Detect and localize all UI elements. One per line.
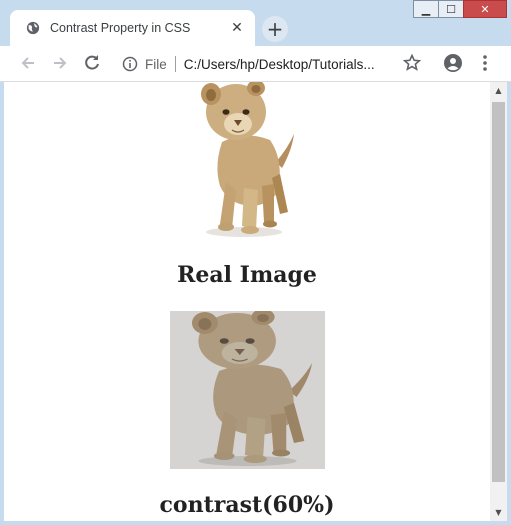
real-image-caption: Real Image: [177, 262, 317, 288]
scroll-down-arrow-icon[interactable]: ▼: [490, 504, 507, 521]
browser-tab[interactable]: Contrast Property in CSS ✕: [10, 10, 255, 46]
minimize-button[interactable]: ▁: [413, 0, 439, 18]
reload-icon[interactable]: [82, 53, 102, 73]
address-bar[interactable]: File C:/Users/hp/Desktop/Tutorials...: [112, 50, 432, 78]
maximize-button[interactable]: ☐: [438, 0, 464, 18]
tab-close-icon[interactable]: ✕: [229, 20, 245, 36]
back-arrow-icon[interactable]: [18, 53, 38, 73]
kebab-menu-icon[interactable]: [475, 53, 495, 73]
lion-cub-image: [201, 82, 294, 237]
forward-arrow-icon[interactable]: [50, 53, 70, 73]
window-controls: ▁ ☐ ✕: [413, 0, 507, 18]
window-bottom-edge: [0, 521, 511, 525]
omnibox-divider: [174, 56, 176, 72]
scroll-up-arrow-icon[interactable]: ▲: [490, 82, 507, 99]
info-icon[interactable]: [122, 56, 138, 72]
url-scheme-label: File: [145, 56, 167, 72]
browser-toolbar: File C:/Users/hp/Desktop/Tutorials...: [0, 46, 511, 82]
vertical-scrollbar[interactable]: ▲ ▼: [490, 82, 507, 521]
contrast-image-frame: [170, 311, 325, 469]
scrollbar-thumb[interactable]: [492, 102, 505, 482]
tab-title: Contrast Property in CSS: [50, 21, 191, 35]
new-tab-button[interactable]: +: [262, 16, 288, 42]
url-text[interactable]: C:/Users/hp/Desktop/Tutorials...: [184, 57, 375, 72]
lion-cub-contrast-image: [191, 311, 313, 467]
contrast-caption: contrast(60%): [159, 492, 335, 518]
close-window-button[interactable]: ✕: [463, 0, 507, 18]
star-icon[interactable]: [402, 53, 422, 73]
page-content: Real Image contrast(60%): [4, 82, 490, 521]
globe-icon: [26, 21, 40, 35]
browser-window: ▁ ☐ ✕ Contrast Property in CSS ✕ + File …: [0, 0, 511, 525]
account-icon[interactable]: [443, 53, 463, 73]
